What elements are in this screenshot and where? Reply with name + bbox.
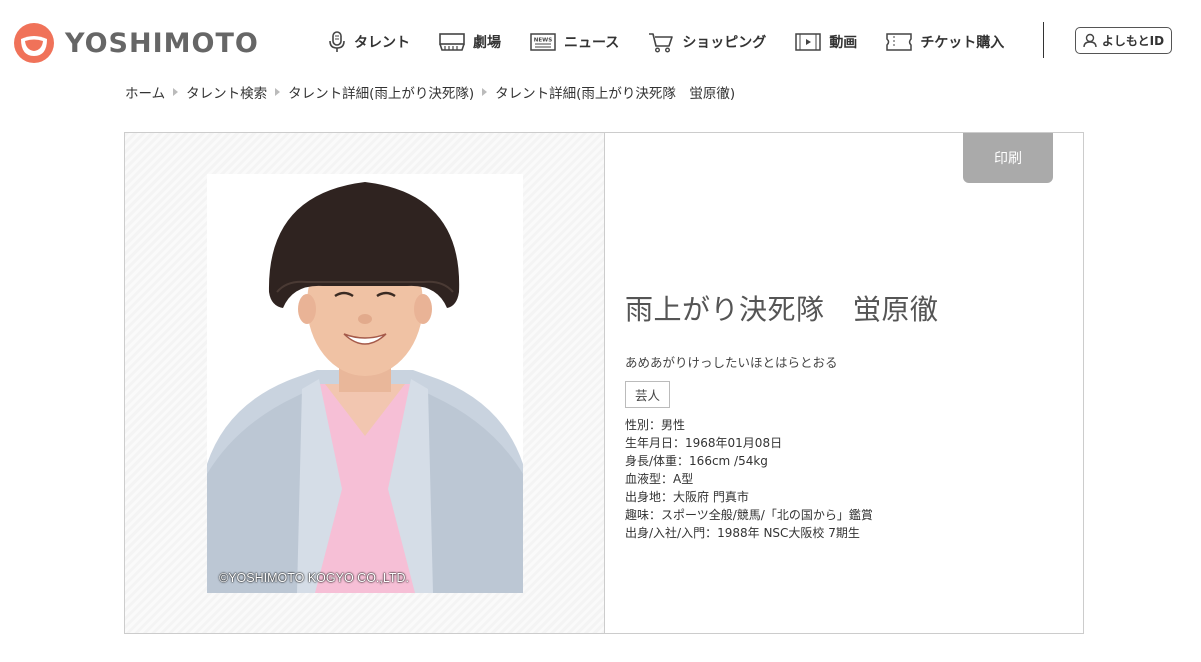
nav-divider: [1043, 22, 1044, 58]
detail-hobbies: 趣味：スポーツ全般/競馬/「北の国から」鑑賞: [625, 508, 873, 522]
main-nav: タレント 劇場 NEWS ニュース ショッピング 動画 チケット購入: [328, 27, 1033, 57]
nav-shopping-label: ショッピング: [682, 35, 767, 51]
talent-photo: ©YOSHIMOTO KOGYO CO.,LTD.: [207, 174, 523, 593]
microphone-icon: [329, 31, 345, 52]
detail-origin: 出身/入社/入門：1988年 NSC大阪校 7期生: [625, 526, 860, 540]
ticket-icon: [886, 33, 913, 51]
news-icon: NEWS: [530, 33, 556, 51]
talent-name: 雨上がり決死隊 蛍原徹: [625, 293, 939, 326]
user-icon: [1083, 33, 1097, 48]
news-icon-text: NEWS: [534, 38, 552, 44]
talent-profile-card: ©YOSHIMOTO KOGYO CO.,LTD. 印刷 雨上がり決死隊 蛍原徹…: [124, 132, 1084, 634]
print-button[interactable]: 印刷: [963, 133, 1053, 183]
video-icon: [795, 33, 822, 51]
talent-info: 雨上がり決死隊 蛍原徹 あめあがりけっしたいほとはらとおる 芸人 性別：男性 生…: [625, 288, 939, 542]
yoshimoto-id-button[interactable]: よしもとID: [1075, 27, 1172, 54]
photo-copyright: ©YOSHIMOTO KOGYO CO.,LTD.: [219, 571, 410, 585]
detail-gender: 性別：男性: [625, 418, 686, 432]
theater-icon: [439, 33, 465, 51]
breadcrumb-group-detail[interactable]: タレント詳細(雨上がり決死隊): [288, 82, 474, 102]
breadcrumb-home[interactable]: ホーム: [125, 82, 165, 102]
breadcrumb-separator-icon: [173, 88, 179, 96]
logo[interactable]: YOSHIMOTO: [13, 22, 259, 64]
detail-birthplace: 出身地：大阪府 門真市: [625, 490, 749, 504]
photo-pane: ©YOSHIMOTO KOGYO CO.,LTD.: [125, 133, 605, 633]
logo-text: YOSHIMOTO: [65, 27, 259, 59]
breadcrumb: ホーム タレント検索 タレント詳細(雨上がり決死隊) タレント詳細(雨上がり決死…: [125, 82, 735, 102]
site-header: YOSHIMOTO タレント 劇場 NEWS ニュース ショッピング 動画 チケ…: [0, 0, 1201, 80]
detail-blood-type: 血液型：A型: [625, 472, 694, 486]
detail-birthdate: 生年月日：1968年01月08日: [625, 436, 783, 450]
category-tag: 芸人: [625, 381, 671, 408]
nav-theater[interactable]: 劇場: [439, 32, 501, 52]
nav-talent[interactable]: タレント: [328, 31, 410, 53]
breadcrumb-separator-icon: [275, 88, 281, 96]
talent-details: 性別：男性 生年月日：1968年01月08日 身長/体重：166cm /54kg…: [625, 416, 939, 542]
breadcrumb-talent-search[interactable]: タレント検索: [186, 82, 267, 102]
nav-theater-label: 劇場: [473, 35, 501, 51]
breadcrumb-separator-icon: [482, 88, 488, 96]
nav-shopping[interactable]: ショッピング: [648, 31, 766, 53]
nav-news[interactable]: NEWS ニュース: [530, 32, 619, 52]
nav-video-label: 動画: [829, 35, 858, 51]
nav-news-label: ニュース: [564, 35, 620, 51]
talent-name-kana: あめあがりけっしたいほとはらとおる: [625, 355, 838, 370]
nav-ticket[interactable]: チケット購入: [886, 32, 1004, 52]
laughing-mouth-logo-icon: [14, 23, 54, 63]
detail-height-weight: 身長/体重：166cm /54kg: [625, 454, 768, 468]
nav-talent-label: タレント: [354, 35, 410, 51]
nav-video[interactable]: 動画: [795, 32, 857, 52]
yoshimoto-id-label: よしもとID: [1101, 34, 1165, 48]
talent-portrait-image: [207, 174, 523, 593]
cart-icon: [649, 33, 674, 53]
nav-ticket-label: チケット購入: [920, 35, 1005, 51]
breadcrumb-current: タレント詳細(雨上がり決死隊 蛍原徹): [495, 86, 736, 102]
